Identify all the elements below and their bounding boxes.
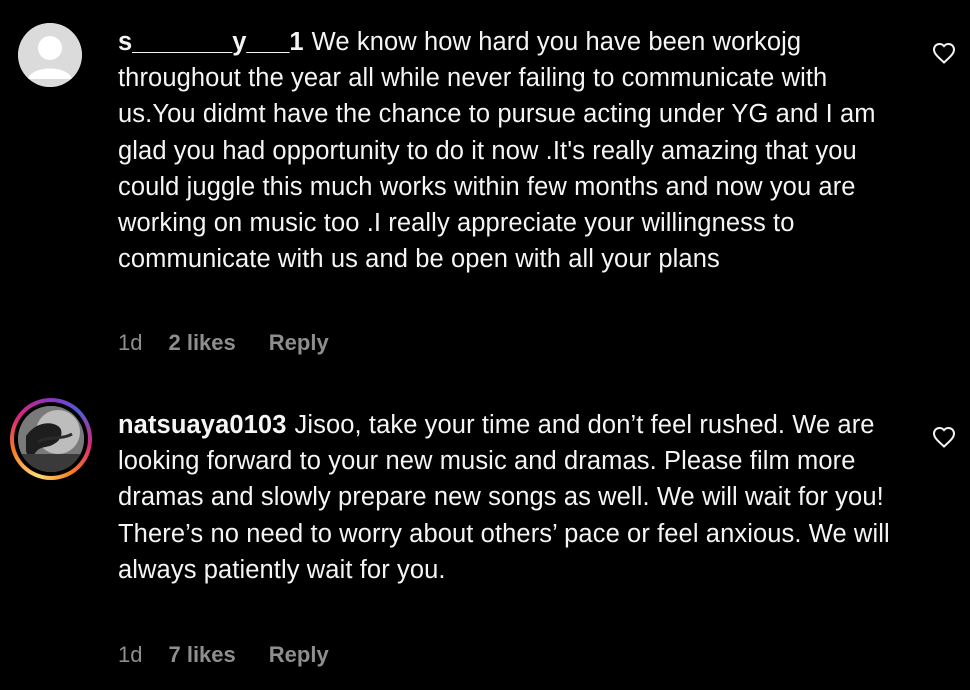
comment-meta: 1d 2 likes Reply xyxy=(118,330,329,356)
comment-meta: 1d 7 likes Reply xyxy=(118,642,329,668)
reply-button[interactable]: Reply xyxy=(269,642,329,668)
heart-outline-icon xyxy=(932,426,956,448)
comment-likes-count[interactable]: 7 likes xyxy=(168,642,235,668)
like-heart-icon[interactable] xyxy=(932,426,958,450)
comment-time[interactable]: 1d xyxy=(118,330,142,356)
heart-outline-icon xyxy=(932,42,956,64)
default-avatar-icon[interactable] xyxy=(18,23,82,87)
comment-likes-count[interactable]: 2 likes xyxy=(168,330,235,356)
comment-body: natsuaya0103 Jisoo, take your time and do… xyxy=(118,407,908,588)
comment-text: We know how hard you have been workojg t… xyxy=(118,28,876,274)
person-silhouette-icon xyxy=(18,23,82,87)
reply-button[interactable]: Reply xyxy=(269,330,329,356)
like-heart-icon[interactable] xyxy=(932,42,958,66)
avatar-image xyxy=(18,406,84,472)
comment-body: s_______y___1 We know how hard you have b… xyxy=(118,24,908,277)
avatar-photo xyxy=(18,406,84,472)
comment-time[interactable]: 1d xyxy=(118,642,142,668)
story-ring-avatar[interactable] xyxy=(10,398,92,480)
comment-username[interactable]: natsuaya0103 xyxy=(118,411,286,439)
comment-username[interactable]: s_______y___1 xyxy=(118,28,304,56)
